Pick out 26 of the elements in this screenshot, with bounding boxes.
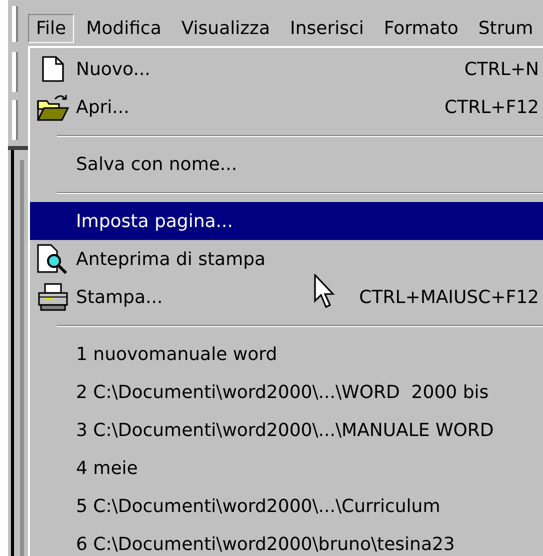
new-document-icon [42, 56, 64, 82]
menu-bar-item[interactable]: File [28, 14, 74, 43]
open-folder-icon [37, 93, 69, 121]
menu-item[interactable]: 1 nuovomanuale word [30, 335, 543, 373]
menu-item[interactable]: Anteprima di stampa [30, 240, 543, 278]
menu-item[interactable]: Apri... CTRL+F12 [30, 88, 543, 126]
printer-icon [37, 283, 69, 311]
menu-item[interactable]: Salva con nome... [30, 145, 543, 183]
menu-bar-item[interactable]: Inserisci [282, 14, 372, 43]
print-preview-icon [37, 244, 69, 274]
shortcut-text: CTRL+MAIUSC+F12 [359, 286, 540, 308]
menu-item[interactable]: Imposta pagina... [30, 202, 543, 240]
menu-item[interactable]: Stampa... CTRL+MAIUSC+F12 [30, 278, 543, 316]
menu-bar-item[interactable]: Modifica [78, 14, 170, 43]
menu-item[interactable]: 4 meie [30, 449, 543, 487]
menu-item[interactable]: 5 C:\Documenti\word2000\...\Curriculum [30, 487, 543, 525]
menu-bar-item[interactable]: Visualizza [173, 14, 278, 43]
menu-bar-item[interactable]: Strum [470, 14, 542, 43]
shortcut-text: CTRL+N [464, 58, 540, 80]
menu-item[interactable]: 6 C:\Documenti\word2000\bruno\tesina23 [30, 525, 543, 556]
mouse-pointer-icon [314, 274, 338, 310]
menu-item[interactable]: Nuovo... CTRL+N [30, 50, 543, 88]
menu-item[interactable]: 3 C:\Documenti\word2000\...\MANUALE WORD [30, 411, 543, 449]
menu-item[interactable]: 2 C:\Documenti\word2000\...\WORD 2000 bis [30, 373, 543, 411]
menu-bar-item[interactable]: Formato [376, 14, 466, 43]
shortcut-text: CTRL+F12 [444, 96, 540, 118]
